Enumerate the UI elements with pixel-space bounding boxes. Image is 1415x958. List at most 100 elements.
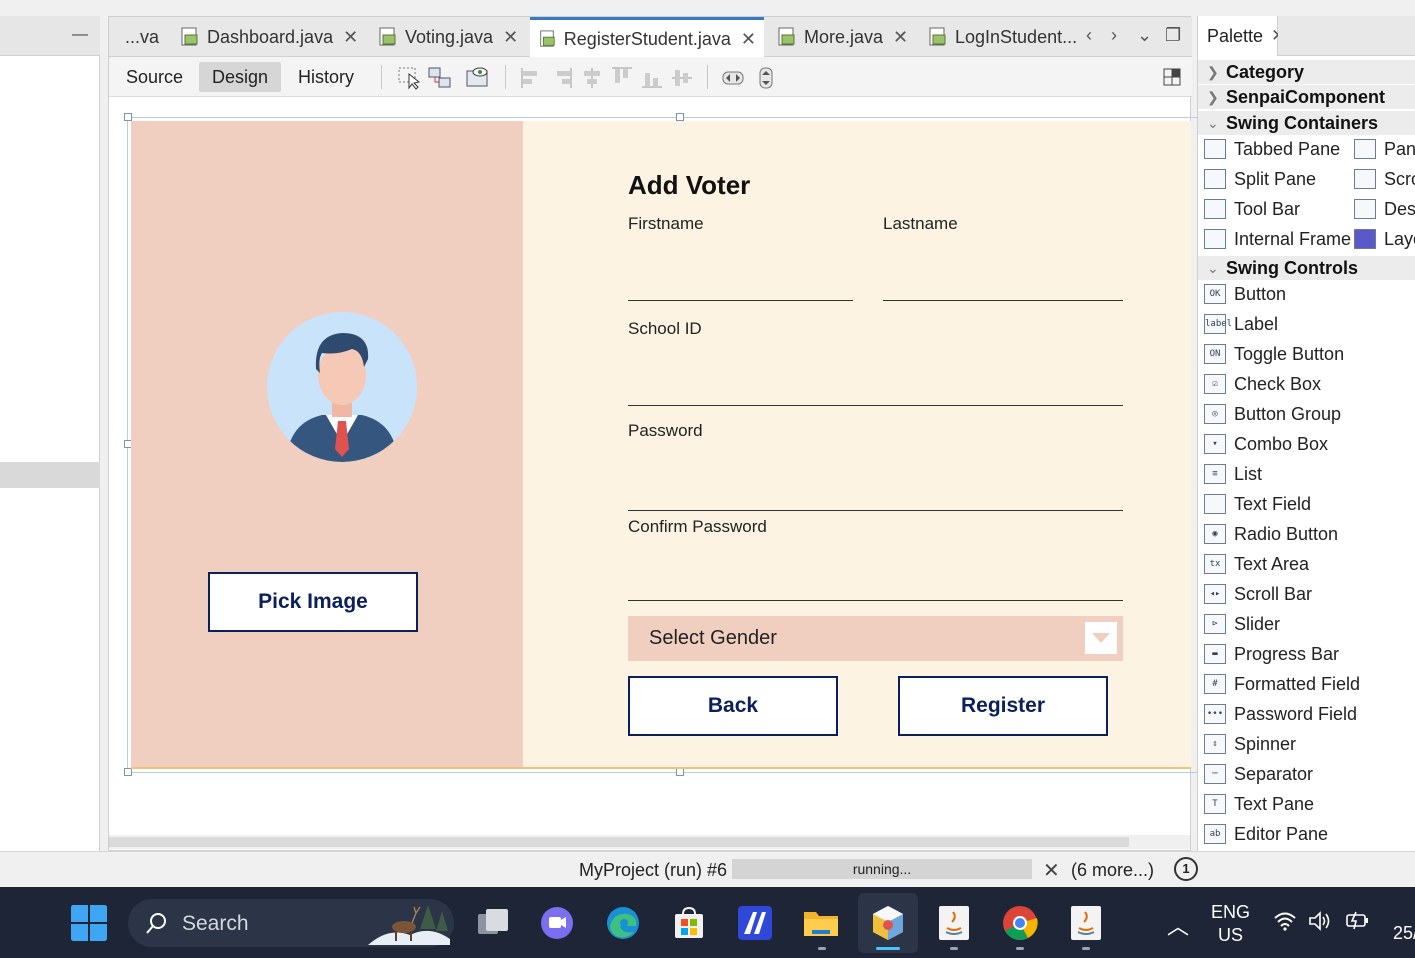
chrome-icon[interactable]	[1001, 904, 1039, 942]
tab-partial[interactable]: ...va	[117, 17, 167, 57]
palette-item-progress-bar[interactable]: ▬ Progress Bar	[1204, 641, 1339, 667]
palette-item-editor-pane[interactable]: ab Editor Pane	[1204, 821, 1328, 847]
center-vertical-icon[interactable]	[669, 65, 695, 91]
scrollbar-thumb[interactable]	[109, 837, 1129, 847]
align-right-icon[interactable]	[549, 65, 575, 91]
align-top-icon[interactable]	[609, 65, 635, 91]
cancel-task-button[interactable]: ✕	[1043, 858, 1060, 883]
chevron-down-icon[interactable]: ⌄	[1137, 25, 1152, 46]
palette-item-tabbed-pane[interactable]: Tabbed Pane	[1204, 136, 1340, 162]
palette-item-list[interactable]: ≡ List	[1204, 461, 1262, 487]
palette-category-containers[interactable]: ⌄ Swing Containers	[1198, 111, 1415, 135]
resize-handle[interactable]	[676, 768, 684, 776]
resize-vertical-icon[interactable]	[753, 65, 779, 91]
align-bottom-icon[interactable]	[639, 65, 665, 91]
wifi-icon[interactable]	[1273, 911, 1297, 931]
language-region[interactable]: US	[1218, 925, 1243, 946]
palette-item-slider[interactable]: ⊳ Slider	[1204, 611, 1280, 637]
resize-handle[interactable]	[124, 113, 132, 121]
store-icon[interactable]	[670, 904, 708, 942]
center-horizontal-icon[interactable]	[579, 65, 605, 91]
pick-image-button[interactable]: Pick Image	[208, 572, 418, 632]
horizontal-scrollbar[interactable]	[109, 835, 1190, 849]
volume-icon[interactable]	[1308, 911, 1332, 931]
preview-design-icon[interactable]	[465, 65, 491, 91]
palette-item-text-pane[interactable]: T Text Pane	[1204, 791, 1314, 817]
minimize-button[interactable]: —	[72, 26, 88, 44]
tab-registerstudent[interactable]: RegisterStudent.java ✕	[530, 17, 764, 58]
resize-handle[interactable]	[676, 113, 684, 121]
java-app-icon[interactable]	[935, 904, 973, 942]
chevron-left-icon[interactable]: ‹	[1086, 25, 1092, 46]
palette-item-radio-button[interactable]: ◉ Radio Button	[1204, 521, 1338, 547]
gender-select[interactable]: Select Gender	[628, 616, 1123, 661]
palette-item-layered-pane[interactable]: Laye	[1354, 226, 1415, 252]
battery-icon[interactable]	[1345, 909, 1371, 931]
palette-item-label[interactable]: label Label	[1204, 311, 1278, 337]
password-field[interactable]	[628, 510, 1123, 511]
close-icon[interactable]: ✕	[503, 27, 518, 48]
close-icon[interactable]: ✕	[343, 27, 358, 48]
palette-item-separator[interactable]: ─ Separator	[1204, 761, 1313, 787]
chevron-up-icon[interactable]: ︿	[1167, 909, 1189, 941]
restore-window-icon[interactable]: ❐	[1165, 25, 1181, 46]
task-view-icon[interactable]	[474, 904, 512, 942]
palette-item-password-field[interactable]: ••• Password Field	[1204, 701, 1357, 727]
palette-item-toggle-button[interactable]: ON Toggle Button	[1204, 341, 1344, 367]
tab-voting[interactable]: Voting.java ✕	[369, 17, 526, 57]
history-view-button[interactable]: History	[285, 62, 367, 92]
netbeans-icon[interactable]	[869, 904, 907, 942]
app-launcher-icon[interactable]	[736, 904, 774, 942]
lastname-field[interactable]	[883, 300, 1123, 301]
palette-category-senpai[interactable]: ❯ SenpaiComponent	[1198, 85, 1415, 109]
layout-grid-icon[interactable]	[1162, 67, 1182, 87]
palette-item-formatted-field[interactable]: # Formatted Field	[1204, 671, 1360, 697]
clock-date[interactable]: 25/	[1393, 923, 1415, 944]
palette-item-combo-box[interactable]: ▾ Combo Box	[1204, 431, 1328, 457]
palette-item-internal-frame[interactable]: Internal Frame	[1204, 226, 1351, 252]
windows-start-icon[interactable]	[70, 904, 108, 942]
palette-category-controls[interactable]: ⌄ Swing Controls	[1198, 256, 1415, 280]
teams-chat-icon[interactable]	[538, 904, 576, 942]
palette-item-scroll-pane[interactable]: Scro	[1354, 166, 1415, 192]
resize-handle[interactable]	[124, 768, 132, 776]
palette-item-text-area[interactable]: tx Text Area	[1204, 551, 1309, 577]
palette-item-text-field[interactable]: Text Field	[1204, 491, 1311, 517]
more-tasks-link[interactable]: (6 more...)	[1071, 860, 1154, 881]
source-view-button[interactable]: Source	[113, 62, 196, 92]
palette-item-button-group[interactable]: ◎ Button Group	[1204, 401, 1341, 427]
palette-tab[interactable]: Palette ✕	[1198, 16, 1285, 56]
notifications-icon[interactable]: 1	[1174, 857, 1198, 881]
palette-item-pane[interactable]: Pane	[1354, 136, 1415, 162]
selected-tree-row[interactable]	[0, 462, 100, 488]
tab-dashboard[interactable]: Dashboard.java ✕	[171, 17, 366, 57]
java-app-icon[interactable]	[1067, 904, 1105, 942]
resize-horizontal-icon[interactable]	[720, 65, 746, 91]
selection-mode-icon[interactable]	[397, 65, 423, 91]
schoolid-field[interactable]	[628, 405, 1123, 406]
design-view-button[interactable]: Design	[199, 62, 282, 92]
palette-item-spinner[interactable]: ⇕ Spinner	[1204, 731, 1296, 757]
confirm-password-field[interactable]	[628, 600, 1123, 601]
language-code[interactable]: ENG	[1211, 902, 1250, 923]
file-explorer-icon[interactable]	[802, 904, 840, 942]
palette-item-check-box[interactable]: ☑ Check Box	[1204, 371, 1321, 397]
close-icon[interactable]: ✕	[741, 29, 756, 50]
connection-mode-icon[interactable]	[427, 65, 453, 91]
dropdown-arrow-button[interactable]	[1085, 622, 1117, 654]
palette-item-scroll-bar[interactable]: ◂▸ Scroll Bar	[1204, 581, 1312, 607]
tab-loginstudent[interactable]: LogInStudent...	[919, 17, 1085, 57]
palette-item-button[interactable]: OK Button	[1204, 281, 1286, 307]
palette-item-desktop-pane[interactable]: Desk	[1354, 196, 1415, 222]
palette-item-split-pane[interactable]: Split Pane	[1204, 166, 1316, 192]
taskbar-search[interactable]: Search	[128, 899, 454, 947]
register-button[interactable]: Register	[898, 676, 1108, 736]
palette-item-tool-bar[interactable]: Tool Bar	[1204, 196, 1300, 222]
chevron-right-icon[interactable]: ›	[1111, 25, 1117, 46]
palette-category-category[interactable]: ❯ Category	[1198, 60, 1415, 84]
close-icon[interactable]: ✕	[893, 27, 908, 48]
back-button[interactable]: Back	[628, 676, 838, 736]
edge-browser-icon[interactable]	[604, 904, 642, 942]
tab-more[interactable]: More.java ✕	[768, 17, 916, 57]
firstname-field[interactable]	[628, 300, 853, 301]
